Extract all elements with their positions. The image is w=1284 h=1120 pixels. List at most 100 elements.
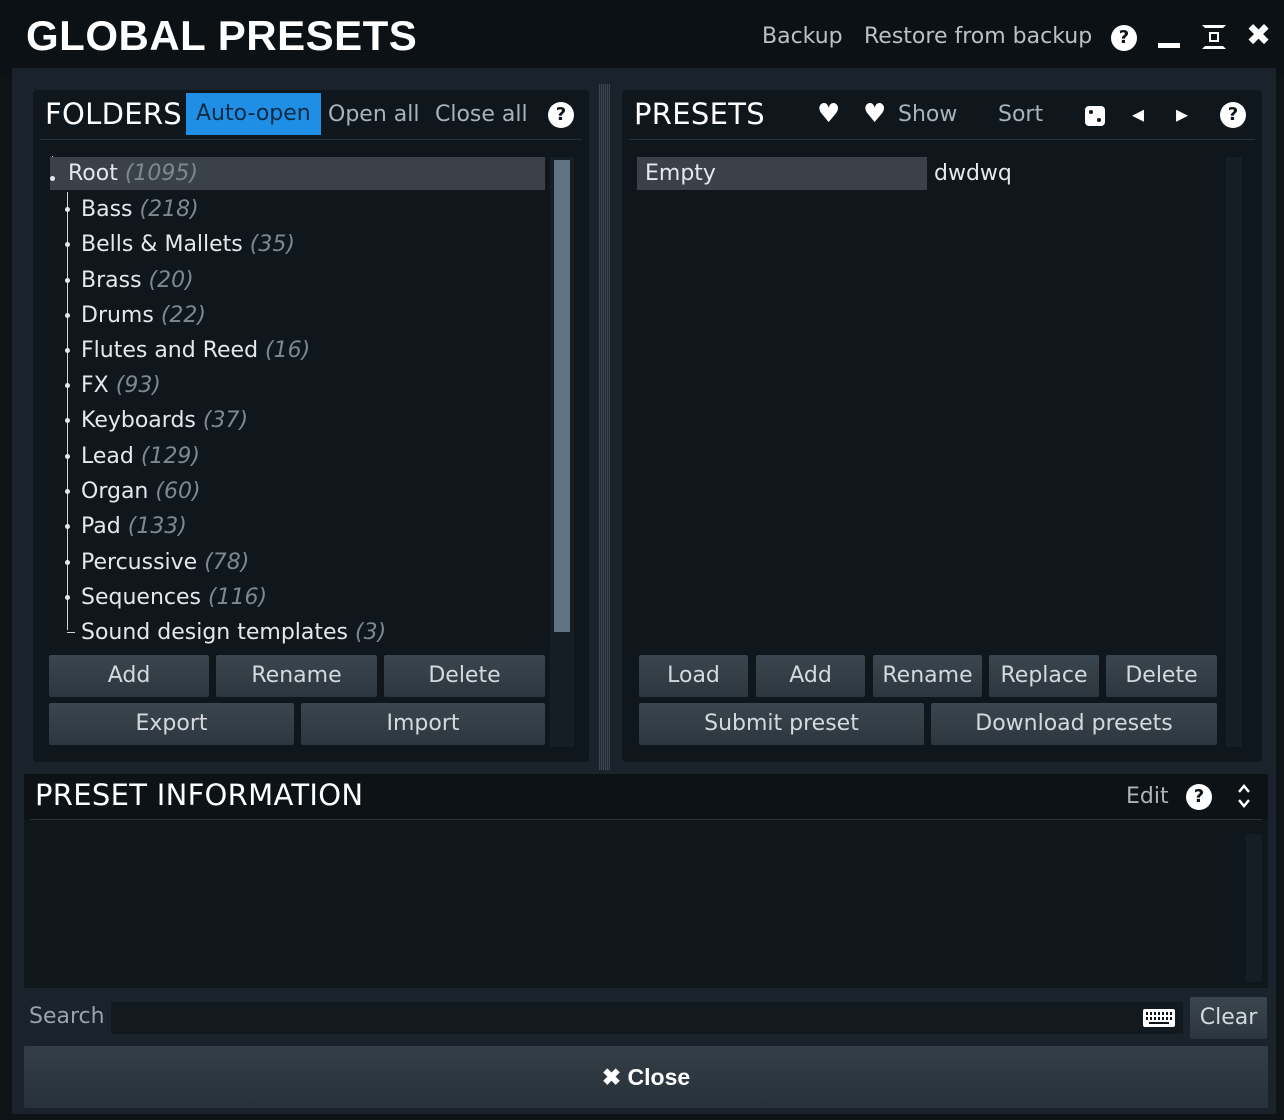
favorite-heart-icon[interactable]: ♥: [817, 99, 840, 129]
folder-name: Keyboards: [81, 408, 196, 433]
folder-count: (22): [160, 303, 206, 328]
close-window-icon[interactable]: ✖: [1246, 18, 1271, 53]
folder-item-flutes-reed[interactable]: Flutes and Reed (16): [50, 334, 545, 367]
preset-delete-button[interactable]: Delete: [1106, 655, 1217, 697]
tree-node-icon: [65, 595, 70, 600]
window-title: GLOBAL PRESETS: [26, 12, 418, 59]
preset-rename-button[interactable]: Rename: [873, 655, 982, 697]
folder-delete-button[interactable]: Delete: [384, 655, 545, 697]
folder-count: (3): [355, 620, 387, 645]
tree-node-icon: [65, 560, 70, 565]
close-label: Close: [627, 1064, 691, 1090]
tree-node-icon: [65, 489, 70, 494]
preset-info-help-icon[interactable]: ?: [1186, 784, 1212, 810]
search-label: Search: [29, 1004, 105, 1029]
help-icon[interactable]: ?: [1111, 25, 1137, 51]
folder-item-root[interactable]: Root (1095): [50, 157, 545, 190]
close-icon: ✖: [601, 1064, 622, 1090]
folder-count: (133): [127, 514, 187, 539]
folder-name: Bass: [81, 197, 133, 222]
folder-name: Pad: [81, 514, 121, 539]
folder-item-pad[interactable]: Pad (133): [50, 510, 545, 543]
folder-item-brass[interactable]: Brass (20): [50, 264, 545, 297]
folder-item-fx[interactable]: FX (93): [50, 369, 545, 402]
search-clear-button[interactable]: Clear: [1190, 997, 1267, 1039]
submit-preset-button[interactable]: Submit preset: [639, 703, 924, 745]
preset-add-button[interactable]: Add: [756, 655, 865, 697]
close-all-button[interactable]: Close all: [435, 102, 528, 127]
folder-export-button[interactable]: Export: [49, 703, 294, 745]
keyboard-icon[interactable]: [1143, 1009, 1175, 1027]
sort-button[interactable]: Sort: [998, 102, 1043, 127]
previous-preset-icon[interactable]: ◂: [1132, 100, 1144, 128]
folder-item-drums[interactable]: Drums (22): [50, 299, 545, 332]
folders-header-divider: [40, 139, 582, 140]
folder-count: (20): [148, 268, 194, 293]
folder-name: Root: [68, 161, 118, 186]
folder-name: Bells & Mallets: [81, 232, 243, 257]
folder-item-organ[interactable]: Organ (60): [50, 475, 545, 508]
tree-node-icon: [65, 242, 70, 247]
download-presets-button[interactable]: Download presets: [931, 703, 1217, 745]
random-preset-icon[interactable]: [1085, 106, 1105, 126]
next-preset-icon[interactable]: ▸: [1176, 100, 1188, 128]
folder-item-sound-design-templates[interactable]: Sound design templates (3): [50, 616, 545, 649]
preset-info-title: PRESET INFORMATION: [35, 778, 364, 812]
preset-replace-button[interactable]: Replace: [989, 655, 1099, 697]
fullscreen-icon[interactable]: [1202, 25, 1226, 49]
title-bar: GLOBAL PRESETS Backup Restore from backu…: [0, 0, 1284, 76]
expand-collapse-icon[interactable]: [1236, 781, 1252, 811]
folder-name: Lead: [81, 444, 134, 469]
preset-load-button[interactable]: Load: [639, 655, 748, 697]
preset-info-edit-button[interactable]: Edit: [1126, 784, 1169, 809]
tree-node-icon: [65, 278, 70, 283]
close-button[interactable]: ✖ Close: [24, 1046, 1268, 1108]
folder-name: Percussive: [81, 550, 198, 575]
preset-item-empty[interactable]: Empty: [637, 157, 927, 190]
tree-node-icon: [65, 348, 70, 353]
tree-node-icon: [65, 418, 70, 423]
folder-name: FX: [81, 373, 109, 398]
search-input[interactable]: [111, 1002, 1183, 1034]
folder-rename-button[interactable]: Rename: [216, 655, 377, 697]
folder-item-sequences[interactable]: Sequences (116): [50, 581, 545, 614]
folder-name: Brass: [81, 268, 142, 293]
folder-name: Flutes and Reed: [81, 338, 259, 363]
folder-import-button[interactable]: Import: [301, 703, 545, 745]
preset-info-content: [24, 820, 1268, 988]
folder-add-button[interactable]: Add: [49, 655, 209, 697]
presets-help-icon[interactable]: ?: [1220, 102, 1246, 128]
folder-item-keyboards[interactable]: Keyboards (37): [50, 404, 545, 437]
tree-node-icon: [65, 207, 70, 212]
auto-open-toggle[interactable]: Auto-open: [186, 93, 321, 135]
tree-node-icon: [50, 176, 55, 181]
minimize-icon[interactable]: [1158, 24, 1180, 50]
show-favorites-heart-icon: ♥: [863, 99, 887, 129]
folder-count: (116): [207, 585, 268, 610]
show-favorites-button[interactable]: Show: [898, 102, 957, 127]
folder-count: (218): [139, 197, 199, 222]
folder-count: (78): [204, 550, 250, 575]
tree-leaf-tick: [67, 632, 75, 633]
folder-count: (35): [249, 232, 295, 257]
folder-name: Drums: [81, 303, 154, 328]
tree-node-icon: [65, 454, 70, 459]
presets-scrollbar[interactable]: [1226, 157, 1242, 747]
folder-count: (60): [155, 479, 201, 504]
panel-splitter[interactable]: [599, 84, 610, 770]
presets-header-divider: [629, 139, 1255, 140]
folder-item-bass[interactable]: Bass (218): [50, 193, 545, 226]
folder-item-lead[interactable]: Lead (129): [50, 440, 545, 473]
folder-item-percussive[interactable]: Percussive (78): [50, 546, 545, 579]
folder-item-bells-mallets[interactable]: Bells & Mallets (35): [50, 228, 545, 261]
folders-help-icon[interactable]: ?: [548, 102, 574, 128]
backup-button[interactable]: Backup: [762, 24, 843, 49]
folder-count: (93): [115, 373, 161, 398]
restore-backup-button[interactable]: Restore from backup: [864, 24, 1092, 49]
folders-title: FOLDERS: [45, 97, 182, 131]
folder-count: (1095): [124, 161, 198, 186]
preset-info-scrollbar[interactable]: [1246, 834, 1262, 982]
folders-scrollbar-thumb[interactable]: [554, 160, 570, 632]
preset-item-tag: dwdwq: [934, 161, 1012, 186]
open-all-button[interactable]: Open all: [328, 102, 419, 127]
